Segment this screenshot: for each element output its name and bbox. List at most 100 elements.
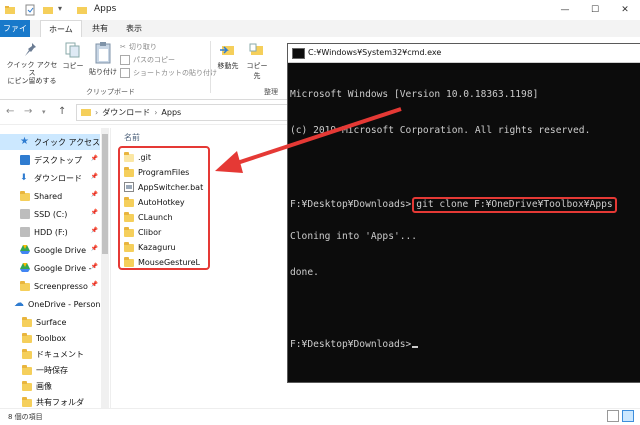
folder-icon — [22, 349, 32, 359]
clipboard-icon — [94, 41, 112, 65]
close-button[interactable]: ✕ — [610, 0, 640, 20]
console-line: Microsoft Windows [Version 10.0.18363.11… — [290, 89, 539, 100]
details-view-button[interactable] — [607, 410, 619, 422]
status-bar: 8 個の項目 — [0, 408, 640, 425]
sidebar-item[interactable]: ドキュメント — [0, 346, 100, 362]
folder-icon — [20, 281, 30, 291]
paste-shortcut-button[interactable]: ショートカットの貼り付け — [120, 68, 217, 78]
console-prompt: F:¥Desktop¥Downloads> — [290, 199, 412, 210]
new-folder-icon[interactable] — [42, 4, 54, 16]
pin-quick-access-button[interactable]: クイック アクセス にピン留めする — [4, 41, 60, 85]
download-icon: ⬇ — [20, 173, 28, 183]
sidebar-item-label: Google Drive — [34, 245, 87, 255]
text-cursor — [412, 346, 419, 348]
address-folder-icon — [81, 109, 91, 116]
sidebar-item[interactable]: Screenpresso 📌 — [0, 278, 100, 294]
maximize-button[interactable]: ☐ — [580, 0, 610, 20]
folder-icon — [22, 333, 32, 343]
sidebar-item-label: クイック アクセス — [34, 137, 100, 147]
sidebar-item[interactable]: HDD (F:) 📌 — [0, 224, 100, 240]
properties-icon[interactable] — [24, 4, 36, 16]
sidebar-item-label: Google Drive - — [34, 263, 92, 273]
minimize-button[interactable]: — — [550, 0, 580, 20]
console-icon — [292, 48, 305, 59]
sidebar-item[interactable]: ★ クイック アクセス — [0, 134, 100, 150]
pinned-icon: 📌 — [90, 263, 98, 270]
explorer-titlebar: ▾ Apps — ☐ ✕ — [0, 0, 640, 21]
sidebar-item[interactable]: 一時保存 — [0, 362, 100, 378]
quick-access-toolbar-icon[interactable] — [4, 4, 16, 16]
sidebar-item-label: HDD (F:) — [34, 227, 68, 237]
forward-button[interactable]: → — [24, 106, 32, 117]
scissors-icon: ✂ — [120, 43, 126, 51]
pinned-icon: 📌 — [90, 227, 98, 234]
google-drive-icon — [20, 263, 30, 273]
cut-button[interactable]: ✂ 切り取り — [120, 42, 157, 52]
sidebar-item-label: 画像 — [36, 381, 52, 391]
window-folder-icon — [76, 4, 88, 16]
sidebar-item[interactable]: Toolbox — [0, 330, 100, 346]
organize-group-label: 整理 — [264, 88, 278, 96]
navigation-scrollbar[interactable] — [101, 128, 109, 408]
sidebar-item-label: 一時保存 — [36, 365, 68, 375]
copy-path-button[interactable]: パスのコピー — [120, 55, 175, 65]
sidebar-item-label: Surface — [36, 317, 67, 327]
window-title: Apps — [94, 4, 117, 14]
move-to-button[interactable]: 移動先 — [216, 41, 240, 71]
folder-icon — [20, 191, 30, 201]
back-button[interactable]: ← — [6, 106, 14, 117]
column-header-name[interactable]: 名前 — [124, 132, 140, 143]
pinned-icon: 📌 — [90, 281, 98, 288]
folder-icon — [22, 365, 32, 375]
large-icons-view-button[interactable] — [622, 410, 634, 422]
drive-icon — [20, 209, 30, 219]
clipboard-group-label: クリップボード — [86, 88, 135, 96]
console-window: C:¥Windows¥System32¥cmd.exe Microsoft Wi… — [287, 43, 640, 383]
sidebar-item[interactable]: 画像 — [0, 378, 100, 394]
sidebar-item-label: 共有フォルダ — [36, 397, 84, 407]
tab-view[interactable]: 表示 — [118, 20, 150, 37]
scrollbar-thumb[interactable] — [102, 134, 108, 254]
red-arrow-annotation — [215, 107, 402, 173]
sidebar-item[interactable]: Google Drive 📌 — [0, 242, 100, 258]
sidebar-item-label: SSD (C:) — [34, 209, 68, 219]
pin-label: クイック アクセス にピン留めする — [6, 61, 58, 85]
folder-icon — [22, 381, 32, 391]
sidebar-item-label: ダウンロード — [34, 173, 82, 183]
console-title: C:¥Windows¥System32¥cmd.exe — [308, 48, 442, 57]
sidebar-item[interactable]: デスクトップ 📌 — [0, 152, 100, 168]
sidebar-item-label: デスクトップ — [34, 155, 82, 165]
copy-to-button[interactable]: コピー先 — [244, 41, 270, 81]
cloud-icon: ☁ — [14, 298, 24, 309]
chevron-down-icon[interactable]: ▾ — [58, 4, 70, 16]
drive-icon — [20, 227, 30, 237]
recent-chevron-icon[interactable]: ▾ — [42, 108, 46, 116]
sidebar-item-label: Screenpresso — [34, 281, 88, 291]
folder-icon — [22, 397, 32, 407]
pinned-icon: 📌 — [90, 173, 98, 180]
copy-label: コピー — [62, 62, 84, 70]
up-button[interactable]: ↑ — [58, 106, 66, 117]
breadcrumb-downloads[interactable]: ダウンロード — [102, 107, 150, 118]
copy-button[interactable]: コピー — [62, 41, 84, 71]
sidebar-item[interactable]: Surface — [0, 314, 100, 330]
sidebar-item[interactable]: ☁ OneDrive - Persona — [0, 296, 100, 312]
sidebar-item[interactable]: Google Drive - 📌 — [0, 260, 100, 276]
tab-share[interactable]: 共有 — [84, 20, 116, 37]
sidebar-item[interactable]: ⬇ ダウンロード 📌 — [0, 170, 100, 186]
pinned-icon: 📌 — [90, 209, 98, 216]
console-prompt: F:¥Desktop¥Downloads> — [290, 339, 412, 350]
breadcrumb-apps[interactable]: Apps — [161, 108, 181, 117]
shortcut-icon — [120, 68, 130, 78]
sidebar-item[interactable]: SSD (C:) 📌 — [0, 206, 100, 222]
sidebar-item-label: Toolbox — [36, 333, 66, 343]
console-line: done. — [290, 267, 319, 278]
tab-file[interactable]: ファイル — [0, 20, 30, 50]
navigation-pane: ★ クイック アクセス デスクトップ 📌 ⬇ ダウンロード 📌 Shared 📌 SSD (C:)… — [0, 128, 111, 408]
sidebar-item-label: ドキュメント — [36, 349, 84, 359]
window-controls: — ☐ ✕ — [550, 0, 640, 20]
paste-button[interactable]: 貼り付け — [88, 41, 118, 77]
sidebar-item[interactable]: Shared 📌 — [0, 188, 100, 204]
copy-to-icon — [248, 41, 266, 59]
